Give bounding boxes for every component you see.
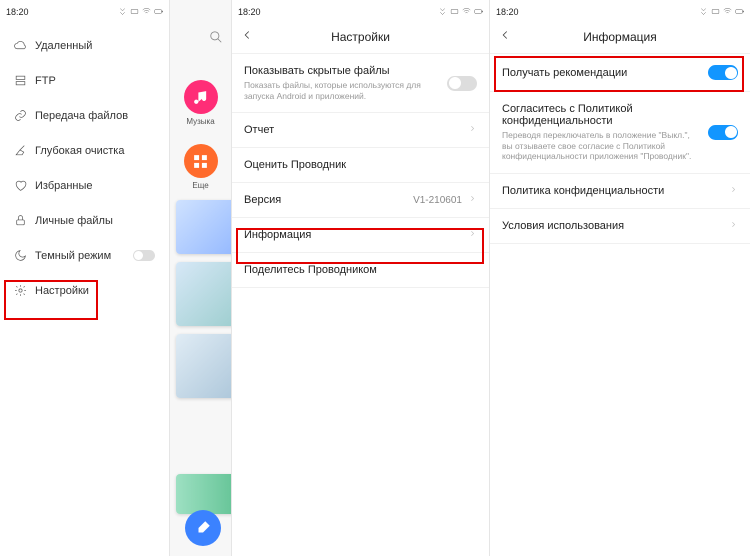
fab-clean[interactable]: [185, 510, 221, 546]
thumbnail[interactable]: [176, 474, 232, 514]
row-report[interactable]: Отчет: [232, 113, 489, 148]
chevron-right-icon: [729, 185, 738, 197]
sidebar-item-ftp[interactable]: FTP: [0, 63, 169, 98]
back-button[interactable]: [498, 28, 512, 47]
info-list: Получать рекомендации Согласитесь с Поли…: [490, 54, 750, 244]
sidebar-label: Личные файлы: [35, 215, 113, 227]
grid-icon: [192, 153, 209, 170]
row-sub: Переводя переключатель в положение "Выкл…: [502, 130, 700, 162]
status-icons: [438, 7, 483, 16]
row-value: V1-210601: [413, 195, 462, 206]
status-time: 18:20: [6, 7, 29, 17]
sidebar-item-private[interactable]: Личные файлы: [0, 203, 169, 238]
sidebar-item-favorites[interactable]: Избранные: [0, 168, 169, 203]
chevron-right-icon: [468, 229, 477, 241]
sidebar-label: Глубокая очистка: [35, 145, 124, 157]
sidebar-label: Настройки: [35, 285, 89, 297]
category-more[interactable]: [184, 144, 218, 178]
row-label: Условия использования: [502, 220, 729, 232]
chevron-right-icon: [468, 124, 477, 136]
moon-icon: [14, 249, 27, 262]
thumbnails: [170, 200, 232, 514]
sidebar-item-settings[interactable]: Настройки: [0, 273, 169, 308]
sidebar-item-remote[interactable]: Удаленный: [0, 28, 169, 63]
row-share[interactable]: Поделитесь Проводником: [232, 253, 489, 288]
title-bar: Информация: [490, 20, 750, 54]
lock-icon: [14, 214, 27, 227]
toggle-hidden-files[interactable]: [447, 76, 477, 91]
status-bar: 18:20: [490, 0, 750, 20]
row-label: Оценить Проводник: [244, 159, 477, 171]
title-bar: Настройки: [232, 20, 489, 54]
back-button[interactable]: [240, 28, 254, 47]
status-icons: [699, 7, 744, 16]
sidebar-label: Передача файлов: [35, 110, 128, 122]
music-icon: [192, 89, 209, 106]
search-icon: [209, 30, 223, 44]
row-hidden-files[interactable]: Показывать скрытые файлы Показать файлы,…: [232, 54, 489, 113]
status-bar: [170, 0, 231, 20]
row-recommendations[interactable]: Получать рекомендации: [490, 54, 750, 92]
heart-icon: [14, 179, 27, 192]
category-label: Еще: [170, 181, 231, 190]
sidebar-item-clean[interactable]: Глубокая очистка: [0, 133, 169, 168]
search-button[interactable]: [209, 30, 223, 49]
screen-information: 18:20 Информация Получать рекомендации С…: [490, 0, 750, 556]
sidebar-label: Темный режим: [35, 250, 111, 262]
row-sub: Показать файлы, которые используются для…: [244, 80, 439, 101]
row-privacy-agree[interactable]: Согласитесь с Политикой конфиденциальнос…: [490, 92, 750, 174]
row-label: Согласитесь с Политикой конфиденциальнос…: [502, 103, 700, 127]
row-rate[interactable]: Оценить Проводник: [232, 148, 489, 183]
chevron-left-icon: [498, 28, 512, 42]
row-label: Отчет: [244, 124, 468, 136]
screen-sidebar: 18:20 Удаленный FTP Передача файлов: [0, 0, 170, 556]
status-bar: 18:20: [0, 0, 169, 20]
status-icons: [118, 7, 163, 16]
darkmode-toggle[interactable]: [133, 250, 155, 261]
chevron-left-icon: [240, 28, 254, 42]
sidebar-label: Удаленный: [35, 40, 92, 52]
screen-settings: 18:20 Настройки Показывать скрытые файлы…: [232, 0, 490, 556]
row-information[interactable]: Информация: [232, 218, 489, 253]
ftp-icon: [14, 74, 27, 87]
sidebar-item-transfer[interactable]: Передача файлов: [0, 98, 169, 133]
chevron-right-icon: [468, 194, 477, 206]
broom-icon: [14, 144, 27, 157]
sidebar-list: Удаленный FTP Передача файлов Глубокая о…: [0, 20, 169, 308]
row-label: Политика конфиденциальности: [502, 185, 729, 197]
row-label: Поделитесь Проводником: [244, 264, 477, 276]
status-time: 18:20: [496, 7, 519, 17]
thumbnail[interactable]: [176, 200, 232, 254]
sidebar-label: Избранные: [35, 180, 93, 192]
sidebar-item-darkmode[interactable]: Темный режим: [0, 238, 169, 273]
screen-grid: Музыка Еще: [170, 0, 232, 556]
thumbnail[interactable]: [176, 334, 232, 398]
row-version[interactable]: Версия V1-210601: [232, 183, 489, 218]
cloud-icon: [14, 39, 27, 52]
category-label: Музыка: [170, 117, 231, 126]
row-label: Получать рекомендации: [502, 67, 708, 79]
thumbnail[interactable]: [176, 262, 232, 326]
status-bar: 18:20: [232, 0, 489, 20]
toggle-recommendations[interactable]: [708, 65, 738, 80]
page-title: Информация: [583, 30, 656, 44]
row-privacy-policy[interactable]: Политика конфиденциальности: [490, 174, 750, 209]
toggle-privacy-agree[interactable]: [708, 125, 738, 140]
sidebar-label: FTP: [35, 75, 56, 87]
link-icon: [14, 109, 27, 122]
status-time: 18:20: [238, 7, 261, 17]
page-title: Настройки: [331, 30, 390, 44]
brush-icon: [194, 519, 212, 537]
settings-list: Показывать скрытые файлы Показать файлы,…: [232, 54, 489, 288]
row-label: Версия: [244, 194, 413, 206]
row-terms[interactable]: Условия использования: [490, 209, 750, 244]
gear-icon: [14, 284, 27, 297]
chevron-right-icon: [729, 220, 738, 232]
row-label: Показывать скрытые файлы: [244, 65, 439, 77]
row-label: Информация: [244, 229, 468, 241]
category-music[interactable]: [184, 80, 218, 114]
